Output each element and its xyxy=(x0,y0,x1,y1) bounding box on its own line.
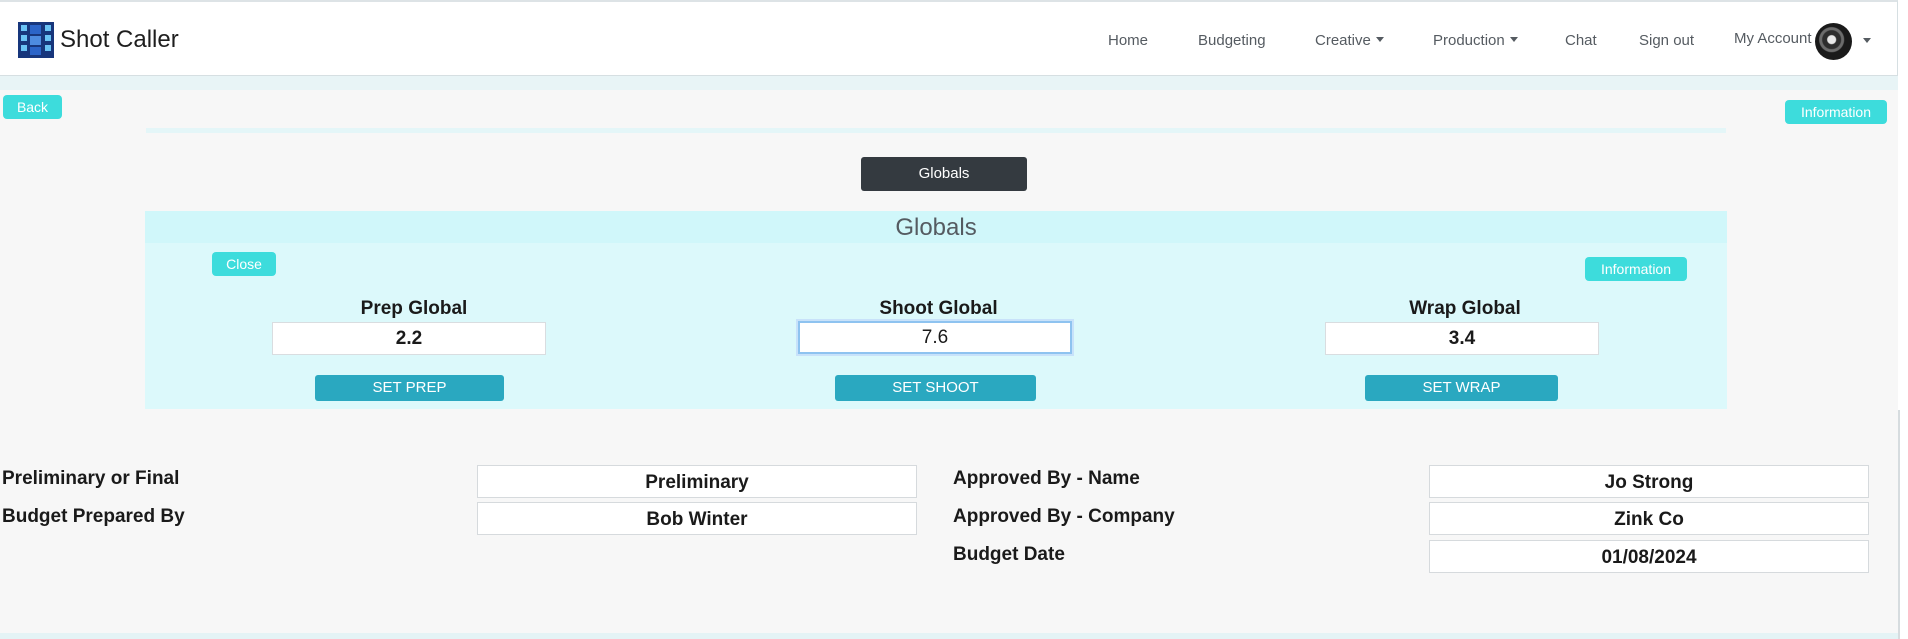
nav-production-label: Production xyxy=(1433,32,1505,49)
nav-my-account[interactable]: My Account xyxy=(1734,30,1812,47)
nav-chat[interactable]: Chat xyxy=(1565,32,1597,49)
brand[interactable]: Shot Caller xyxy=(18,22,179,58)
wrap-global-label: Wrap Global xyxy=(1409,298,1521,319)
shoot-global-label: Shoot Global xyxy=(879,298,998,319)
film-logo-icon xyxy=(18,22,54,58)
nav-creative[interactable]: Creative xyxy=(1315,32,1384,49)
wrap-global-input[interactable] xyxy=(1325,322,1599,355)
nav-sign-out[interactable]: Sign out xyxy=(1639,32,1694,49)
divider xyxy=(0,633,1898,639)
brand-name: Shot Caller xyxy=(60,26,179,53)
nav-shadow-band xyxy=(0,76,1898,90)
close-button[interactable]: Close xyxy=(212,252,276,276)
approved-by-company-field[interactable]: Zink Co xyxy=(1429,502,1869,535)
set-wrap-button[interactable]: SET WRAP xyxy=(1365,375,1558,401)
preliminary-or-final-label: Preliminary or Final xyxy=(2,468,180,489)
budget-date-field[interactable]: 01/08/2024 xyxy=(1429,540,1869,573)
panel-information-button[interactable]: Information xyxy=(1585,257,1687,281)
avatar[interactable] xyxy=(1815,23,1852,60)
set-prep-button[interactable]: SET PREP xyxy=(315,375,504,401)
chevron-down-icon xyxy=(1375,37,1384,42)
approved-by-name-field[interactable]: Jo Strong xyxy=(1429,465,1869,498)
nav-home[interactable]: Home xyxy=(1108,32,1148,49)
set-shoot-button[interactable]: SET SHOOT xyxy=(835,375,1036,401)
globals-title: Globals xyxy=(145,211,1727,243)
prep-global-input[interactable] xyxy=(272,322,546,355)
divider xyxy=(146,128,1726,133)
nav-creative-label: Creative xyxy=(1315,32,1371,49)
budget-date-label: Budget Date xyxy=(953,544,1065,565)
approved-by-company-label: Approved By - Company xyxy=(953,506,1175,527)
preliminary-or-final-field[interactable]: Preliminary xyxy=(477,465,917,498)
scrollbar[interactable] xyxy=(1898,0,1908,639)
chevron-down-icon xyxy=(1509,37,1518,42)
chevron-down-icon[interactable] xyxy=(1863,38,1871,43)
information-button[interactable]: Information xyxy=(1785,100,1887,124)
back-button[interactable]: Back xyxy=(3,95,62,119)
globals-panel: Globals Close Information Prep Global SE… xyxy=(145,211,1727,409)
budget-prepared-by-label: Budget Prepared By xyxy=(2,506,185,527)
approved-by-name-label: Approved By - Name xyxy=(953,468,1140,489)
nav-budgeting[interactable]: Budgeting xyxy=(1198,32,1266,49)
globals-toggle-button[interactable]: Globals xyxy=(861,157,1027,191)
top-navbar: Shot Caller Home Budgeting Creative Prod… xyxy=(0,0,1898,76)
nav-production[interactable]: Production xyxy=(1433,32,1518,49)
shoot-global-input[interactable] xyxy=(798,321,1072,354)
budget-prepared-by-field[interactable]: Bob Winter xyxy=(477,502,917,535)
prep-global-label: Prep Global xyxy=(360,298,468,319)
